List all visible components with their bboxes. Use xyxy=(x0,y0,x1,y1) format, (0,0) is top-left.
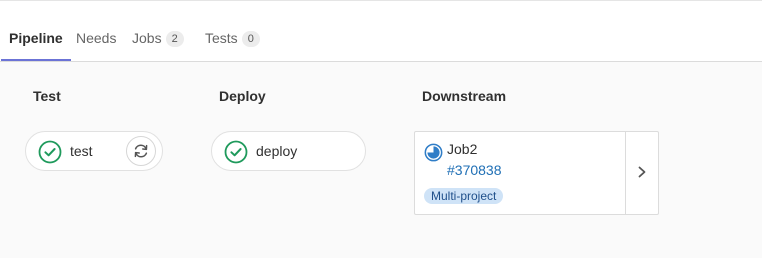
tab-pipeline[interactable]: Pipeline xyxy=(1,18,71,61)
pipeline-tabs: Pipeline Needs Jobs 2 Tests 0 xyxy=(0,18,762,61)
stage-title-downstream: Downstream xyxy=(422,88,507,104)
tab-needs[interactable]: Needs xyxy=(76,18,116,58)
job-name-deploy: deploy xyxy=(256,143,298,159)
tab-jobs[interactable]: Jobs 2 xyxy=(132,18,184,58)
stage-title-test: Test xyxy=(33,88,61,104)
downstream-job-name: Job2 xyxy=(447,141,478,157)
jobs-count-badge: 2 xyxy=(165,31,184,47)
multi-project-badge: Multi-project xyxy=(424,188,504,204)
job-test[interactable]: test xyxy=(25,131,163,171)
downstream-pipeline-link[interactable]: Job2 #370838 Multi-project xyxy=(415,132,625,214)
retry-icon xyxy=(134,144,148,158)
pipeline-graph: Test Deploy Downstream test deploy Job2 … xyxy=(0,62,762,258)
tab-jobs-label: Jobs xyxy=(132,30,162,46)
tests-count-badge: 0 xyxy=(241,31,260,47)
running-status-icon xyxy=(424,143,443,167)
expand-downstream-button[interactable] xyxy=(626,132,658,214)
job-name-test: test xyxy=(70,143,93,159)
stage-title-deploy: Deploy xyxy=(219,88,266,104)
check-circle-icon xyxy=(224,140,248,164)
downstream-pipeline-card: Job2 #370838 Multi-project xyxy=(414,131,659,215)
chevron-right-icon xyxy=(638,166,646,178)
retry-button[interactable] xyxy=(126,136,156,166)
job-deploy[interactable]: deploy xyxy=(211,131,366,171)
tab-tests-label: Tests xyxy=(205,30,238,46)
check-circle-icon xyxy=(38,140,62,164)
top-divider xyxy=(0,0,762,1)
downstream-pipeline-id[interactable]: #370838 xyxy=(447,162,502,178)
tab-tests[interactable]: Tests 0 xyxy=(205,18,260,58)
